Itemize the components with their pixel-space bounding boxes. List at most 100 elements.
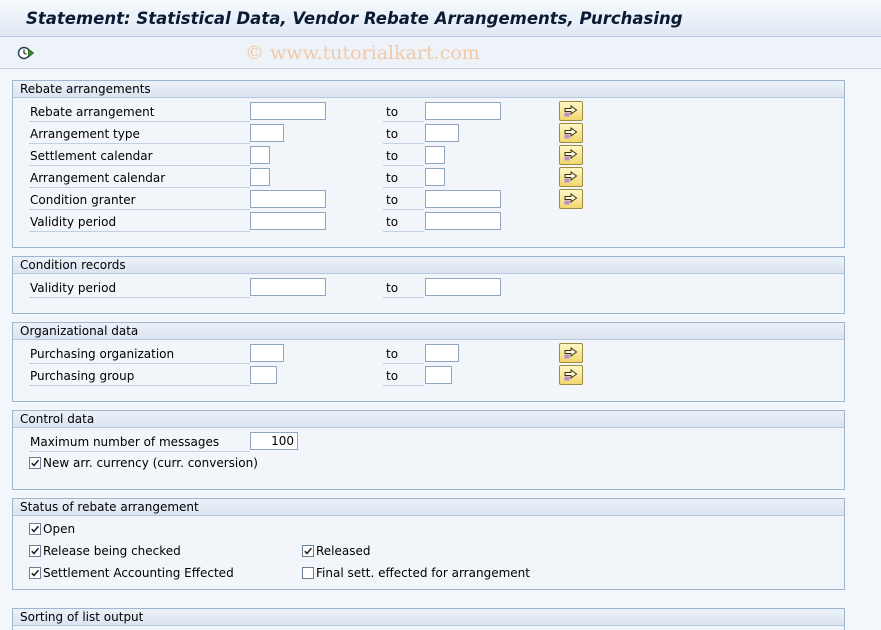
row-max-messages: Maximum number of messages <box>13 432 844 454</box>
arrangement-calendar-from-input[interactable] <box>250 168 270 186</box>
condition-validity-from-input[interactable] <box>250 278 326 296</box>
field-label: Validity period <box>29 214 250 232</box>
purchasing-organization-from-input[interactable] <box>250 344 284 362</box>
condition-validity-to-input[interactable] <box>425 278 501 296</box>
arrow-right-icon <box>564 105 578 117</box>
multiple-selection-button[interactable] <box>559 167 583 187</box>
settlement-effected-checkbox[interactable] <box>29 567 41 579</box>
group-organizational-data: Organizational data Purchasing organizat… <box>12 322 845 402</box>
checkmark-icon <box>304 547 312 555</box>
title-bar: Statement: Statistical Data, Vendor Reba… <box>0 0 881 37</box>
released-checkbox[interactable] <box>302 545 314 557</box>
checkmark-icon <box>31 459 39 467</box>
checkbox-label: Settlement Accounting Effected <box>43 566 234 580</box>
arrangement-type-to-input[interactable] <box>425 124 459 142</box>
new-currency-checkbox[interactable] <box>29 457 41 469</box>
multiple-selection-button[interactable] <box>559 145 583 165</box>
validity-period-from-input[interactable] <box>250 212 326 230</box>
row-purchasing-group: Purchasing group to <box>13 365 844 388</box>
multiple-selection-button[interactable] <box>559 123 583 143</box>
multiple-selection-button[interactable] <box>559 343 583 363</box>
to-label: to <box>383 170 424 188</box>
to-label: to <box>383 192 424 210</box>
field-label: Arrangement calendar <box>29 170 250 188</box>
arrow-right-icon <box>564 193 578 205</box>
field-label: Arrangement type <box>29 126 250 144</box>
to-label: to <box>383 104 424 122</box>
rebate-arrangement-to-input[interactable] <box>425 102 501 120</box>
purchasing-group-to-input[interactable] <box>425 366 452 384</box>
release-being-checked-checkbox[interactable] <box>29 545 41 557</box>
arrow-right-icon <box>564 127 578 139</box>
field-label: Purchasing group <box>29 368 250 386</box>
application-toolbar: © www.tutorialkart.com <box>0 37 881 69</box>
group-rebate-arrangements: Rebate arrangements Rebate arrangement t… <box>12 80 845 248</box>
field-label: Maximum number of messages <box>29 434 250 452</box>
to-label: to <box>383 280 424 298</box>
row-validity-period: Validity period to <box>13 212 844 234</box>
row-purchasing-organization: Purchasing organization to <box>13 343 844 366</box>
field-label: Validity period <box>29 280 250 298</box>
field-label: Purchasing organization <box>29 346 250 364</box>
group-title: Control data <box>13 411 844 428</box>
row-condition-granter: Condition granter to <box>13 189 844 212</box>
group-status: Status of rebate arrangement Open Releas… <box>12 498 845 590</box>
condition-granter-from-input[interactable] <box>250 190 326 208</box>
settlement-calendar-to-input[interactable] <box>425 146 445 164</box>
to-label: to <box>383 368 424 386</box>
checkbox-label: Final sett. effected for arrangement <box>316 566 530 580</box>
group-sorting: Sorting of list output <box>12 608 845 630</box>
rebate-arrangement-from-input[interactable] <box>250 102 326 120</box>
row-arrangement-type: Arrangement type to <box>13 123 844 146</box>
arrow-right-icon <box>564 171 578 183</box>
row-status-release: Release being checked Released <box>13 543 844 565</box>
row-rebate-arrangement: Rebate arrangement to <box>13 101 844 124</box>
validity-period-to-input[interactable] <box>425 212 501 230</box>
checkbox-label: New arr. currency (curr. conversion) <box>43 456 258 470</box>
checkbox-label: Released <box>316 544 371 558</box>
row-settlement-calendar: Settlement calendar to <box>13 145 844 168</box>
group-title: Status of rebate arrangement <box>13 499 844 516</box>
row-condition-validity-period: Validity period to <box>13 278 844 300</box>
checkmark-icon <box>31 547 39 555</box>
row-arrangement-calendar: Arrangement calendar to <box>13 167 844 190</box>
field-label: Rebate arrangement <box>29 104 250 122</box>
checkbox-label: Open <box>43 522 76 536</box>
page-title: Statement: Statistical Data, Vendor Reba… <box>26 9 683 28</box>
checkbox-label: Release being checked <box>43 544 181 558</box>
condition-granter-to-input[interactable] <box>425 190 501 208</box>
row-status-open: Open <box>13 521 844 543</box>
arrow-right-icon <box>564 369 578 381</box>
max-messages-input[interactable] <box>250 432 298 450</box>
arrow-right-icon <box>564 347 578 359</box>
multiple-selection-button[interactable] <box>559 189 583 209</box>
field-label: Condition granter <box>29 192 250 210</box>
arrangement-type-from-input[interactable] <box>250 124 284 142</box>
to-label: to <box>383 148 424 166</box>
purchasing-group-from-input[interactable] <box>250 366 277 384</box>
arrangement-calendar-to-input[interactable] <box>425 168 445 186</box>
multiple-selection-button[interactable] <box>559 101 583 121</box>
settlement-calendar-from-input[interactable] <box>250 146 270 164</box>
to-label: to <box>383 214 424 232</box>
group-title: Sorting of list output <box>13 609 844 626</box>
checkmark-icon <box>31 569 39 577</box>
checkmark-icon <box>31 525 39 533</box>
final-settlement-checkbox[interactable] <box>302 567 314 579</box>
arrow-right-icon <box>564 149 578 161</box>
open-checkbox[interactable] <box>29 523 41 535</box>
group-title: Condition records <box>13 257 844 274</box>
group-title: Organizational data <box>13 323 844 340</box>
row-status-settlement: Settlement Accounting Effected Final set… <box>13 565 844 587</box>
multiple-selection-button[interactable] <box>559 365 583 385</box>
group-condition-records: Condition records Validity period to <box>12 256 845 314</box>
field-label: Settlement calendar <box>29 148 250 166</box>
group-title: Rebate arrangements <box>13 81 844 98</box>
purchasing-organization-to-input[interactable] <box>425 344 459 362</box>
row-new-currency: New arr. currency (curr. conversion) <box>13 455 844 477</box>
to-label: to <box>383 126 424 144</box>
execute-clock-icon[interactable] <box>17 44 35 62</box>
group-control-data: Control data Maximum number of messages … <box>12 410 845 490</box>
watermark: © www.tutorialkart.com <box>245 42 480 64</box>
to-label: to <box>383 346 424 364</box>
